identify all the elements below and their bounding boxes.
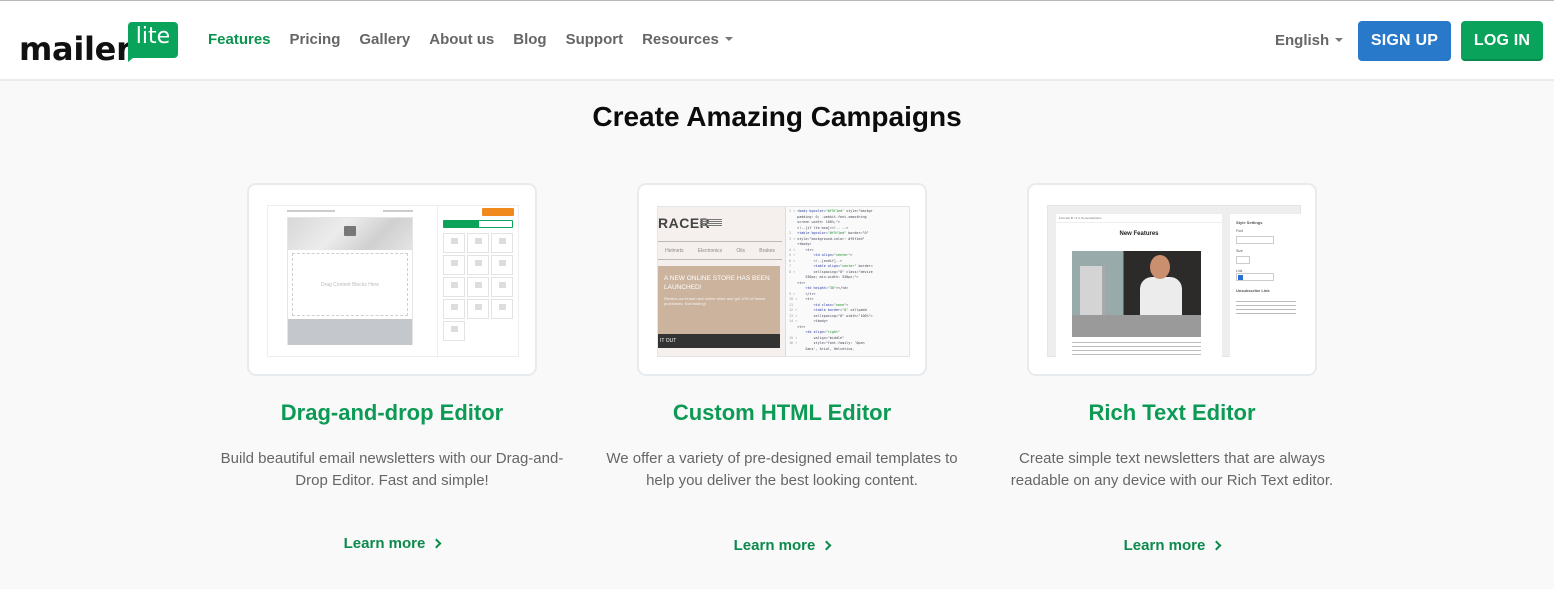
rich-text-editor-thumbnail[interactable]: Formats B I S U Personalization New Feat… <box>1027 183 1317 376</box>
panel-label: Unsubscribe Link <box>1236 288 1270 293</box>
learn-more-label: Learn more <box>343 535 426 552</box>
preview-cta: IT OUT <box>658 334 780 348</box>
card-title: Drag-and-drop Editor <box>280 400 504 425</box>
logo-badge: lite <box>128 22 178 58</box>
block-tile <box>467 233 489 253</box>
mockup-canvas: Drag Content Blocks Here <box>287 217 413 345</box>
block-tile <box>443 255 465 275</box>
block-tile <box>443 321 465 341</box>
nav-about-us[interactable]: About us <box>429 31 494 48</box>
mockup-blocks-panel <box>437 206 520 358</box>
block-tile <box>443 233 465 253</box>
nav-resources-label: Resources <box>642 31 719 48</box>
learn-more-link[interactable]: Learn more <box>247 535 537 552</box>
learn-more-label: Learn more <box>1123 537 1206 554</box>
card-description: Create simple text newsletters that are … <box>1010 450 1334 489</box>
block-tile <box>443 277 465 297</box>
block-tile <box>467 277 489 297</box>
nav-support[interactable]: Support <box>566 31 624 48</box>
mockup-tabs <box>443 220 513 228</box>
main-nav: Features Pricing Gallery About us Blog S… <box>208 31 752 48</box>
code-panel: 1 ▾ <body bgcolor="#f5f1ed" style="backg… <box>785 207 909 356</box>
language-selector[interactable]: English <box>1275 32 1344 49</box>
desk-shape <box>1072 315 1201 337</box>
preview-menu-item: Helmets <box>665 247 684 254</box>
feature-card-rich-text: Formats B I S U Personalization New Feat… <box>1011 183 1333 554</box>
person-head-shape <box>1150 255 1170 279</box>
mockup-paragraph <box>1072 342 1201 356</box>
panel-title: Style Settings <box>1236 220 1263 225</box>
card-title: Custom HTML Editor <box>672 400 892 425</box>
logo-speech-tail-icon <box>128 54 138 62</box>
mockup-drop-zone: Drag Content Blocks Here <box>292 253 408 316</box>
card-description: Build beautiful email newsletters with o… <box>220 450 564 489</box>
block-tile <box>491 255 513 275</box>
panel-input <box>1236 236 1274 244</box>
chevron-right-icon <box>1211 540 1222 551</box>
logo-wordmark: mailer <box>19 30 132 68</box>
nav-gallery[interactable]: Gallery <box>359 31 410 48</box>
signup-button[interactable]: SIGN UP <box>1358 21 1451 61</box>
panel-text <box>1236 301 1296 315</box>
preview-menu: Helmets Electronics Oils Brakes <box>658 241 782 260</box>
panel-label: Font <box>1236 229 1244 233</box>
mockup-photo <box>1072 251 1201 337</box>
learn-more-link[interactable]: Learn more <box>637 537 927 554</box>
site-header: mailer lite Features Pricing Gallery Abo… <box>0 1 1554 81</box>
feature-card-html: RACER Helmets Electronics Oils Brakes A … <box>606 183 958 554</box>
mockup-block-grid <box>443 233 513 341</box>
block-tile <box>443 299 465 319</box>
card-description: We offer a variety of pre-designed email… <box>606 450 958 489</box>
promo-text: Review our brand new online store and ge… <box>664 296 765 306</box>
mockup-style-panel: Style Settings Font Size Link Unsubscrib… <box>1230 214 1302 358</box>
editor-mockup: Drag Content Blocks Here <box>267 205 520 358</box>
person-body-shape <box>1140 277 1182 317</box>
panel-label: Size <box>1236 249 1243 253</box>
image-icon <box>344 226 356 236</box>
section-title: Create Amazing Campaigns <box>592 101 962 132</box>
speed-lines-icon <box>700 219 722 227</box>
caret-down-icon <box>1335 38 1344 43</box>
mockup-heading: New Features <box>1119 231 1159 237</box>
preview-promo: A NEW ONLINE STORE HAS BEEN LAUNCHED! Re… <box>658 266 780 334</box>
block-tile <box>491 233 513 253</box>
language-label: English <box>1275 32 1330 49</box>
html-mockup: RACER Helmets Electronics Oils Brakes A … <box>657 206 910 357</box>
promo-title: A NEW ONLINE STORE HAS BEEN LAUNCHED! <box>664 275 770 291</box>
mockup-toolbar: Formats B I S U Personalization <box>1056 214 1222 223</box>
mockup-done-button <box>482 208 514 216</box>
html-editor-thumbnail[interactable]: RACER Helmets Electronics Oils Brakes A … <box>637 183 927 376</box>
preview-menu-item: Oils <box>736 247 746 254</box>
monitor-shape <box>1080 266 1105 316</box>
nav-features[interactable]: Features <box>208 31 271 48</box>
mockup-hero-image <box>288 218 412 250</box>
card-title: Rich Text Editor <box>1088 400 1256 425</box>
panel-color-input <box>1236 273 1274 281</box>
chevron-right-icon <box>821 540 832 551</box>
login-button[interactable]: LOG IN <box>1461 21 1543 61</box>
preview-menu-item: Electronics <box>697 247 723 254</box>
learn-more-link[interactable]: Learn more <box>1027 537 1317 554</box>
panel-input <box>1236 256 1250 264</box>
chevron-right-icon <box>431 538 442 549</box>
caret-down-icon <box>724 37 733 42</box>
mockup-document: Formats B I S U Personalization New Feat… <box>1056 214 1222 358</box>
learn-more-label: Learn more <box>733 537 816 554</box>
block-tile <box>491 299 513 319</box>
email-preview: RACER Helmets Electronics Oils Brakes A … <box>658 207 785 356</box>
preview-menu-item: Brakes <box>759 247 775 254</box>
mockup-topline <box>287 210 413 212</box>
block-tile <box>491 277 513 297</box>
block-tile <box>467 299 489 319</box>
nav-blog[interactable]: Blog <box>513 31 546 48</box>
block-tile <box>467 255 489 275</box>
nav-pricing[interactable]: Pricing <box>290 31 341 48</box>
feature-card-drag-drop: Drag Content Blocks Here Drag-and-drop E… <box>221 183 563 552</box>
drag-drop-editor-thumbnail[interactable]: Drag Content Blocks Here <box>247 183 537 376</box>
mockup-footer <box>288 319 412 345</box>
nav-resources[interactable]: Resources <box>642 31 733 48</box>
rich-text-mockup: Formats B I S U Personalization New Feat… <box>1047 205 1302 358</box>
